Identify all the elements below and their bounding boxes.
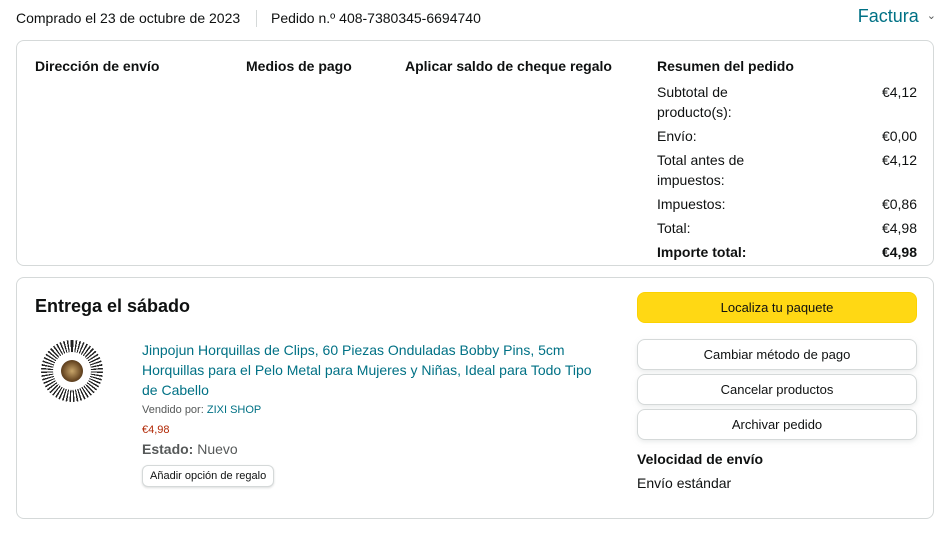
summary-label: Total antes de impuestos: — [657, 152, 745, 188]
product-condition: Estado: Nuevo — [142, 441, 238, 457]
product-title-link[interactable]: Jinpojun Horquillas de Clips, 60 Piezas … — [142, 340, 602, 400]
summary-row-shipping: Envío: €0,00 — [657, 126, 917, 146]
sold-by-label: Vendido por: — [142, 404, 207, 416]
track-package-button[interactable]: Localiza tu paquete — [637, 292, 917, 323]
summary-row-grand-total: Importe total: €4,98 — [657, 242, 917, 262]
order-header: Comprado el 23 de octubre de 2023 Pedido… — [16, 0, 936, 36]
summary-value: €0,00 — [881, 128, 917, 144]
summary-value: €4,12 — [881, 152, 917, 168]
summary-value: €4,12 — [881, 84, 917, 100]
summary-value: €4,98 — [881, 220, 917, 236]
invoice-label: Factura — [857, 6, 919, 26]
condition-label: Estado: — [142, 441, 198, 457]
summary-row-pretax-total: Total antes de impuestos: €4,12 — [657, 150, 917, 190]
summary-row-taxes: Impuestos: €0,86 — [657, 194, 917, 214]
shipment-card: Entrega el sábado Jinpojun Horquillas de… — [16, 277, 934, 519]
invoice-link[interactable]: Factura ⌄ — [858, 6, 936, 27]
shipping-speed-value: Envío estándar — [637, 475, 732, 491]
shipping-speed-label: Velocidad de envío — [637, 451, 764, 467]
shipping-address-heading: Dirección de envío — [35, 58, 160, 74]
purchase-date: Comprado el 23 de octubre de 2023 — [16, 10, 241, 26]
order-number: Pedido n.º 408-7380345-6694740 — [271, 10, 481, 26]
order-summary-table: Subtotal de producto(s): €4,12 Envío: €0… — [657, 82, 917, 266]
summary-value: €0,86 — [881, 196, 917, 212]
summary-label: Impuestos: — [657, 196, 726, 212]
header-divider — [256, 10, 257, 27]
sold-by: Vendido por: ZIXI SHOP — [142, 404, 261, 416]
order-details-card: Dirección de envío Medios de pago Aplica… — [16, 40, 934, 266]
summary-row-subtotal: Subtotal de producto(s): €4,12 — [657, 82, 917, 122]
summary-row-total: Total: €4,98 — [657, 218, 917, 238]
summary-label: Total: — [657, 220, 691, 236]
cancel-items-button[interactable]: Cancelar productos — [637, 374, 917, 405]
product-price: €4,98 — [142, 424, 170, 436]
grand-total-value: €4,98 — [881, 244, 917, 260]
order-summary-heading: Resumen del pedido — [657, 58, 794, 74]
change-payment-method-button[interactable]: Cambiar método de pago — [637, 339, 917, 370]
product-image-center — [61, 360, 83, 382]
payment-methods-heading: Medios de pago — [246, 58, 352, 74]
gift-card-balance-heading: Aplicar saldo de cheque regalo — [405, 58, 612, 74]
grand-total-label: Importe total: — [657, 244, 747, 260]
add-gift-option-button[interactable]: Añadir opción de regalo — [142, 465, 275, 487]
condition-value: Nuevo — [197, 441, 238, 457]
summary-label: Envío: — [657, 128, 697, 144]
summary-label: Subtotal de producto(s): — [657, 84, 732, 120]
delivery-status-title: Entrega el sábado — [35, 296, 191, 316]
seller-link[interactable]: ZIXI SHOP — [207, 404, 261, 416]
product-image[interactable] — [41, 340, 103, 402]
chevron-down-icon: ⌄ — [926, 10, 936, 22]
archive-order-button[interactable]: Archivar pedido — [637, 409, 917, 440]
